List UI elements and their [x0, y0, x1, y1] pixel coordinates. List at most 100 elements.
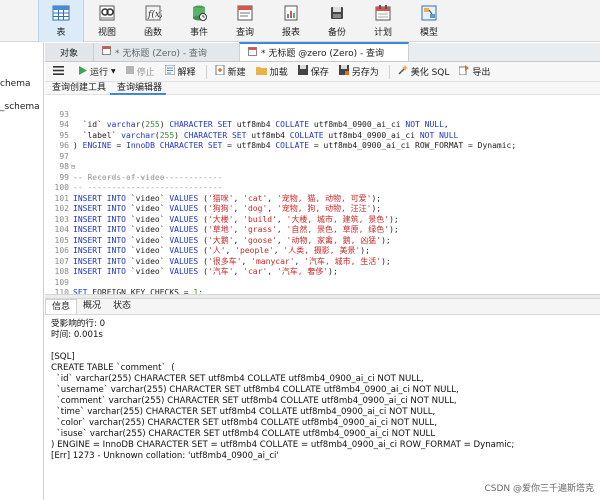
toolbar-backup-button[interactable]: 备份 [314, 0, 360, 42]
message-line: CREATE TABLE `comment` ( [51, 363, 175, 373]
export-label: 导出 [472, 68, 491, 78]
message-line: `username` varchar(255) CHARACTER SET ut… [51, 385, 459, 395]
new-label: 新建 [227, 68, 246, 78]
toolbar-function-label: 函数 [143, 28, 162, 38]
tree-item-schema[interactable]: chema [0, 79, 43, 93]
main-toolbar: 表 视图 f(x) 函数 事件 查询 报表 备份 计划 模型 [0, 0, 600, 42]
explain-button[interactable]: 解释 [164, 64, 196, 78]
explain-icon [164, 64, 176, 78]
tab-status[interactable]: 状态 [107, 299, 137, 314]
code-line: 95 ) ENGINE = InnoDB CHARACTER SET = utf… [45, 120, 600, 151]
app-window: 表 视图 f(x) 函数 事件 查询 报表 备份 计划 模型 chema _sc… [0, 0, 600, 500]
code-line: 93 `id` varchar(255) CHARACTER SET utf8m… [45, 99, 600, 130]
tab-objects[interactable]: 对象 [45, 43, 93, 61]
toolbar-report-button[interactable]: 报表 [268, 0, 314, 42]
tree-item-schema-2[interactable]: _schema [0, 102, 43, 116]
tab-query-editor[interactable]: 查询编辑器 [110, 82, 167, 95]
save-icon [297, 65, 308, 78]
backup-icon [327, 3, 347, 23]
new-icon [215, 64, 225, 78]
toolbar-view-button[interactable]: 视图 [84, 0, 130, 42]
code-line: 100 INSERT INTO `video` VALUES ('猫咪', 'c… [45, 173, 600, 203]
schedule-icon [373, 3, 393, 23]
new-button[interactable]: 新建 [215, 64, 246, 78]
save-label: 保存 [310, 68, 329, 78]
export-icon [458, 65, 470, 78]
code-line: 107 INSERT INTO `video` VALUES ('汽车', 'c… [45, 246, 600, 277]
code-line: 96 [45, 131, 600, 150]
explain-label: 解释 [177, 68, 196, 78]
code-line: 97 ⊟ -- ---------------------------- [45, 141, 600, 182]
toolbar-separator [388, 64, 390, 79]
toolbar-event-button[interactable]: 事件 [176, 0, 222, 42]
beautify-sql-label: 美化 SQL [410, 68, 450, 78]
message-line: [SQL] [51, 352, 75, 362]
save-as-icon [338, 65, 349, 78]
function-icon: f(x) [143, 3, 163, 23]
report-icon [281, 3, 301, 23]
code-line: 105 INSERT INTO `video` VALUES ('人', 'pe… [45, 225, 600, 256]
editor-mode-tabs: 查询创建工具 查询编辑器 [45, 82, 600, 95]
code-line: 94 `label` varchar(255) CHARACTER SET ut… [45, 110, 600, 140]
watermark: CSDN @爱你三千遍斯塔克 [484, 484, 594, 494]
code-line: 110 [45, 278, 600, 294]
model-icon [419, 3, 439, 23]
chevron-down-icon: ▼ [111, 68, 116, 75]
tab-query-untitled-label: * 无标题 (Zero) - 查询 [115, 48, 207, 59]
code-line: 104 INSERT INTO `video` VALUES ('大鹅', 'g… [45, 215, 600, 245]
save-button[interactable]: 保存 [297, 65, 329, 78]
stop-label: 停止 [136, 68, 155, 78]
editor-tab-bar: 对象 * 无标题 (Zero) - 查询 * 无标题 @zero (Zero) … [45, 42, 600, 62]
toolbar-backup-label: 备份 [327, 28, 346, 38]
hamburger-icon [53, 65, 64, 78]
toolbar-query-label: 查询 [235, 28, 254, 38]
folder-icon [255, 66, 267, 78]
code-line: 109 SET FOREIGN_KEY_CHECKS = 1; [45, 267, 600, 295]
message-line: ) ENGINE = InnoDB CHARACTER SET = utf8mb… [51, 440, 515, 450]
svg-text:f(x): f(x) [147, 9, 162, 20]
tab-query-untitled[interactable]: * 无标题 (Zero) - 查询 [93, 43, 239, 61]
table-icon [51, 3, 71, 23]
sql-editor[interactable]: 93 `id` varchar(255) CHARACTER SET utf8m… [45, 96, 600, 294]
toolbar-left-spacer [0, 0, 38, 42]
toolbar-table-button[interactable]: 表 [38, 0, 84, 42]
code-line: 103 INSERT INTO `video` VALUES ('草地', 'g… [45, 204, 600, 235]
message-line: `comment` varchar(255) CHARACTER SET utf… [51, 396, 457, 406]
toolbar-query-button[interactable]: 查询 [222, 0, 268, 42]
query-tab-icon [102, 46, 111, 58]
toolbar-model-button[interactable]: 模型 [406, 0, 452, 42]
stop-button[interactable]: 停止 [125, 65, 155, 78]
message-line: 受影响的行: 0 [51, 319, 106, 329]
export-button[interactable]: 导出 [458, 65, 491, 78]
toolbar-model-label: 模型 [419, 28, 438, 38]
toolbar-schedule-button[interactable]: 计划 [360, 0, 406, 42]
message-line: [Err] 1273 - Unknown collation: 'utf8mb4… [51, 451, 279, 461]
play-icon [78, 65, 87, 78]
query-toolbar: 运行 ▼ 停止 解释 新建 加载 保存 另存为 美化 SQL 导出 [45, 62, 600, 82]
message-output: 受影响的行: 0 时间: 0.001s [SQL] CREATE TABLE `… [45, 316, 600, 500]
load-button[interactable]: 加载 [255, 65, 288, 78]
stop-icon [125, 66, 134, 77]
beautify-sql-button[interactable]: 美化 SQL [398, 65, 450, 78]
result-tabs: 信息 概况 状态 [45, 299, 600, 315]
tab-info[interactable]: 信息 [45, 299, 78, 314]
save-as-button[interactable]: 另存为 [338, 65, 379, 78]
connection-tree: chema _schema [0, 43, 44, 500]
code-line: 99 -- ---------------------------- [45, 162, 600, 193]
run-button[interactable]: 运行 ▼ [78, 65, 116, 78]
toolbar-schedule-label: 计划 [373, 28, 392, 38]
toolbar-view-label: 视图 [97, 28, 116, 38]
message-line: `id` varchar(255) CHARACTER SET utf8mb4 … [51, 374, 424, 384]
tab-query-builder[interactable]: 查询创建工具 [45, 82, 110, 95]
query-icon [235, 3, 255, 23]
tab-query-zero[interactable]: * 无标题 @zero (Zero) - 查询 [239, 42, 409, 61]
code-line: 102 INSERT INTO `video` VALUES ('大楼', 'b… [45, 194, 600, 224]
message-line: `time` varchar(255) CHARACTER SET utf8mb… [51, 407, 436, 417]
menu-button[interactable] [53, 65, 64, 78]
tab-profile[interactable]: 概况 [77, 299, 107, 314]
event-icon [189, 3, 209, 23]
query-tab-icon [248, 46, 257, 59]
toolbar-report-label: 报表 [281, 28, 300, 38]
code-line: 98 -- Records of video [45, 152, 600, 182]
toolbar-function-button[interactable]: f(x) 函数 [130, 0, 176, 42]
